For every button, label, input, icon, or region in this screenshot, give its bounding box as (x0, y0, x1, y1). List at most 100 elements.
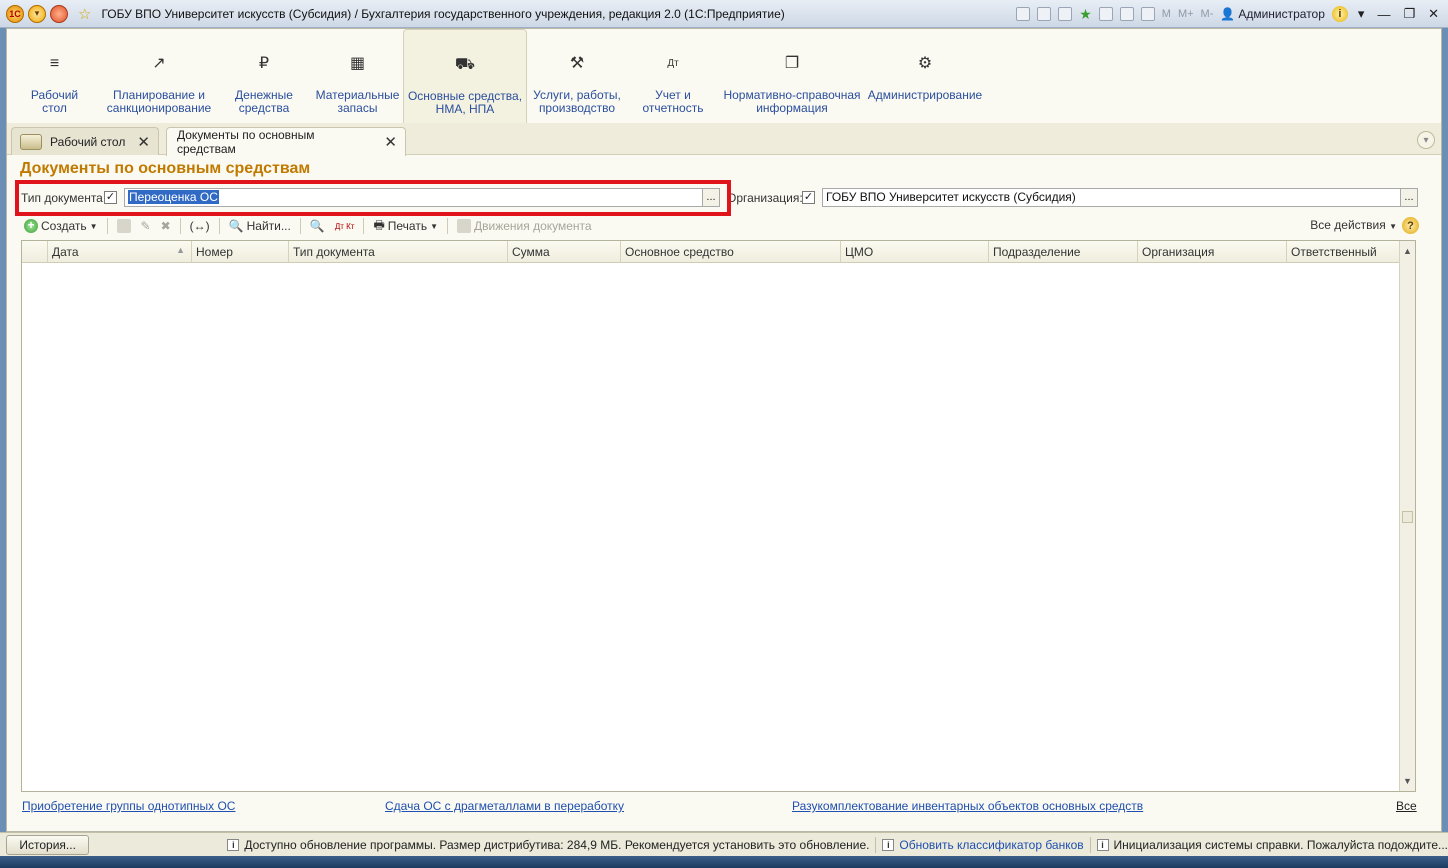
section-administration[interactable]: ⚙ Администрирование (865, 29, 985, 123)
close-tab-icon[interactable]: ✕ (137, 133, 150, 151)
close-tab-icon[interactable]: ✕ (384, 133, 397, 151)
edit-button[interactable]: ✎ (138, 219, 154, 233)
magnifier-icon: 🔍 (228, 219, 244, 233)
close-window-button[interactable]: ✕ (1425, 6, 1442, 22)
user-menu[interactable]: 👤 Администратор (1220, 7, 1325, 21)
toolbar-separator (363, 218, 365, 234)
favorites-list-icon[interactable] (1098, 7, 1113, 21)
save-icon[interactable] (1016, 7, 1031, 21)
section-materials[interactable]: ▦ Материальные запасы (312, 29, 403, 123)
column-header-department[interactable]: Подразделение (989, 241, 1138, 263)
desktop-tab-icon (20, 133, 42, 150)
memory-minus-button[interactable]: M- (1201, 8, 1214, 20)
section-planning[interactable]: ↗ Планирование и санкционирование (102, 29, 216, 123)
document-movements-button[interactable]: Движения документа (454, 219, 595, 233)
column-header-sum[interactable]: Сумма (508, 241, 621, 263)
update-banks-notice[interactable]: i Обновить классификатор банков (882, 838, 1084, 852)
binding-button[interactable]: (↔) (187, 219, 213, 233)
column-header-marker[interactable] (22, 241, 48, 263)
menu-lines-icon: ≡ (49, 55, 60, 72)
tab-label: Документы по основным средствам (177, 128, 315, 156)
column-header-date[interactable]: Дата ▲ (48, 241, 192, 263)
os-taskbar (0, 856, 1448, 868)
column-header-number[interactable]: Номер (192, 241, 289, 263)
copy-button[interactable] (114, 219, 134, 233)
create-label: Создать (41, 219, 87, 233)
minimize-button[interactable]: — (1374, 7, 1393, 22)
create-button[interactable]: + Создать ▼ (21, 219, 101, 233)
all-actions-button[interactable]: Все действия ▼ (1310, 218, 1397, 232)
info-icon: i (882, 838, 895, 851)
sort-ascending-icon: ▲ (176, 245, 185, 255)
tab-fixed-asset-documents[interactable]: Документы по основным средствам ✕ (166, 127, 406, 156)
sections-panel: ≡ Рабочий стол ↗ Планирование и санкцион… (7, 29, 1441, 123)
calendar-icon[interactable] (1140, 7, 1155, 21)
section-desktop[interactable]: ≡ Рабочий стол (7, 29, 102, 123)
title-bar: 1С ▾ ☆ ГОБУ ВПО Университет искусств (Су… (0, 0, 1448, 28)
print-button[interactable]: 🖶 Печать ▼ (370, 216, 441, 237)
section-money[interactable]: ₽ Денежные средства (216, 29, 312, 123)
print-icon[interactable] (1037, 7, 1052, 21)
link-precious-metals[interactable]: Сдача ОС с драгметаллами в переработку (385, 799, 624, 813)
find-label: Найти... (246, 219, 291, 233)
truck-icon: ⛟ (454, 56, 476, 73)
update-notice[interactable]: i Доступно обновление программы. Размер … (227, 838, 869, 852)
history-circle-icon[interactable] (50, 4, 68, 23)
update-notice-text: Доступно обновление программы. Размер ди… (244, 837, 870, 852)
link-disassembly[interactable]: Разукомплектование инвентарных объектов … (792, 799, 1143, 813)
dropdown-arrow-icon: ▼ (1389, 222, 1397, 231)
info-icon: i (1096, 838, 1109, 851)
column-header-doc-type[interactable]: Тип документа (289, 241, 508, 263)
section-reference[interactable]: ❐ Нормативно-справочная информация (719, 29, 865, 123)
update-banks-link[interactable]: Обновить классификатор банков (899, 838, 1083, 852)
toolbar-separator (179, 218, 181, 234)
info-dropdown-icon[interactable]: ▾ (1355, 6, 1368, 22)
vertical-scrollbar[interactable]: ▲ ▼ (1399, 241, 1415, 791)
preview-icon[interactable] (1058, 7, 1073, 21)
find-button[interactable]: 🔍 Найти... (226, 219, 294, 233)
tab-desktop[interactable]: Рабочий стол ✕ (11, 127, 159, 155)
section-fixed-assets[interactable]: ⛟ Основные средства, НМА, НПА (403, 29, 527, 123)
documents-table[interactable]: Дата ▲ Номер Тип документа Сумма Основно… (21, 240, 1416, 792)
dtkt-button[interactable]: Дт Кт (332, 222, 358, 231)
memory-plus-button[interactable]: M+ (1178, 8, 1194, 20)
cancel-search-button[interactable]: 🔍 (307, 219, 328, 233)
section-label: средства (238, 101, 290, 115)
restore-button[interactable]: ❐ (1400, 6, 1418, 22)
column-header-responsible[interactable]: Ответственный (1287, 241, 1400, 263)
main-window: ≡ Рабочий стол ↗ Планирование и санкцион… (6, 28, 1442, 832)
link-all[interactable]: Все (1396, 799, 1417, 813)
section-accounting[interactable]: Дт Учет и отчетность (627, 29, 719, 123)
help-icon[interactable]: ? (1402, 217, 1419, 234)
favorites-star-icon[interactable]: ☆ (78, 5, 91, 23)
scroll-up-icon[interactable]: ▲ (1403, 246, 1412, 256)
column-header-fixed-asset[interactable]: Основное средство (621, 241, 841, 263)
organization-select-button[interactable]: ... (1400, 188, 1418, 207)
organization-checkbox[interactable]: ✓ (802, 191, 815, 204)
organization-input[interactable]: ГОБУ ВПО Университет искусств (Субсидия) (822, 188, 1401, 207)
main-menu-icon[interactable]: ▾ (28, 4, 46, 23)
tabs-dropdown-icon[interactable]: ▾ (1417, 131, 1435, 149)
info-icon[interactable]: i (1331, 6, 1348, 22)
tab-label: Рабочий стол (50, 134, 126, 149)
history-button[interactable]: История... (6, 834, 90, 855)
help-init-notice: i Инициализация системы справки. Пожалуй… (1096, 838, 1448, 852)
print-label: Печать (387, 219, 428, 233)
delete-button[interactable]: ✖ (158, 219, 174, 233)
section-services[interactable]: ⚒ Услуги, работы, производство (527, 29, 627, 123)
scroll-thumb[interactable] (1402, 511, 1413, 523)
memory-m-button[interactable]: M (1162, 8, 1171, 20)
toolbar-separator (447, 218, 449, 234)
documents-icon: ❐ (784, 55, 800, 72)
movements-icon (457, 219, 472, 233)
scroll-down-icon[interactable]: ▼ (1403, 776, 1412, 786)
calculator-icon[interactable] (1119, 7, 1134, 21)
copy-icon (116, 219, 131, 233)
app-logo-icon[interactable]: 1С (6, 4, 24, 23)
add-favorite-icon[interactable]: ★ (1079, 6, 1092, 23)
column-header-cmo[interactable]: ЦМО (841, 241, 989, 263)
link-acquire-group[interactable]: Приобретение группы однотипных ОС (22, 799, 235, 813)
column-label: Дата (52, 245, 79, 259)
column-header-organization[interactable]: Организация (1138, 241, 1287, 263)
table-header: Дата ▲ Номер Тип документа Сумма Основно… (22, 241, 1400, 263)
